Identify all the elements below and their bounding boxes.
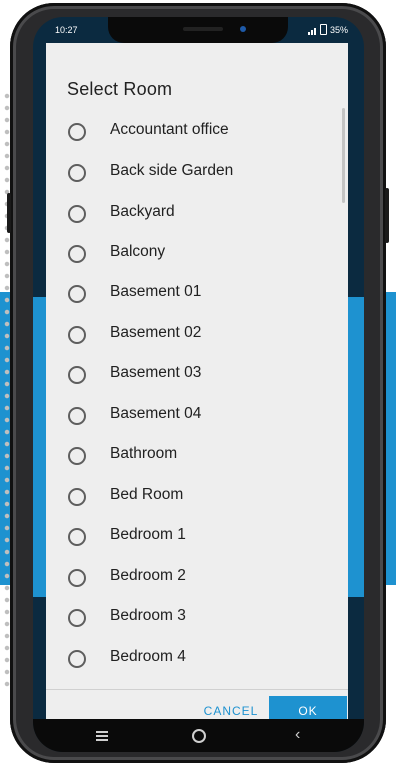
speaker	[183, 27, 223, 31]
scrollbar[interactable]	[342, 108, 345, 203]
list-item[interactable]: Basement 03	[46, 354, 348, 394]
list-item[interactable]: Back side Garden	[46, 152, 348, 192]
list-item[interactable]: Accountant office	[46, 111, 348, 151]
list-item[interactable]: Balcony	[46, 233, 348, 273]
phone-frame: 10:27 35% Select Room Accountant office	[7, 3, 389, 763]
battery-level: 35%	[329, 24, 348, 35]
room-label: Back side Garden	[110, 162, 234, 179]
room-label: Basement 04	[110, 405, 202, 422]
room-label: Basement 02	[110, 324, 202, 341]
room-label: Bedroom 2	[110, 567, 186, 584]
camera-icon	[240, 26, 246, 32]
list-item-partial[interactable]	[46, 678, 348, 681]
list-item[interactable]: Bed Room	[46, 476, 348, 516]
radio-button[interactable]	[68, 528, 86, 546]
list-item[interactable]: Bedroom 4	[46, 638, 348, 678]
list-item[interactable]: Bedroom 3	[46, 597, 348, 637]
list-item[interactable]: Basement 01	[46, 273, 348, 313]
room-label: Backyard	[110, 203, 175, 220]
radio-button[interactable]	[68, 326, 86, 344]
room-label: Bedroom 1	[110, 526, 186, 543]
room-label: Bedroom 3	[110, 607, 186, 624]
status-icons: 35%	[307, 24, 348, 35]
radio-button[interactable]	[68, 205, 86, 223]
radio-button[interactable]	[68, 285, 86, 303]
radio-button[interactable]	[68, 245, 86, 263]
back-icon[interactable]: ‹	[295, 726, 300, 744]
power-button	[385, 188, 389, 243]
room-label: Bed Room	[110, 486, 184, 503]
radio-button[interactable]	[68, 488, 86, 506]
footer-divider	[46, 689, 348, 690]
select-room-dialog: Select Room Accountant office Back side …	[46, 43, 348, 726]
room-label: Basement 03	[110, 364, 202, 381]
room-label: Bedroom 4	[110, 648, 186, 665]
radio-button[interactable]	[68, 366, 86, 384]
room-label: Accountant office	[110, 121, 229, 138]
list-item[interactable]: Backyard	[46, 193, 348, 233]
radio-button[interactable]	[68, 164, 86, 182]
radio-button[interactable]	[68, 123, 86, 141]
radio-button[interactable]	[68, 650, 86, 668]
list-item[interactable]: Basement 02	[46, 314, 348, 354]
room-label: Basement 01	[110, 283, 202, 300]
list-item[interactable]: Bedroom 1	[46, 516, 348, 556]
radio-button[interactable]	[68, 609, 86, 627]
list-item[interactable]: Basement 04	[46, 395, 348, 435]
status-time: 10:27	[55, 25, 78, 35]
list-item[interactable]: Bedroom 2	[46, 557, 348, 597]
battery-icon	[319, 24, 327, 35]
home-icon[interactable]	[192, 729, 206, 743]
navigation-bar: ‹	[33, 719, 364, 752]
room-label: Bathroom	[110, 445, 178, 462]
room-list[interactable]: Accountant office Back side Garden Backy…	[46, 111, 348, 681]
dialog-title: Select Room	[67, 79, 173, 99]
list-item[interactable]: Bathroom	[46, 435, 348, 475]
room-label: Balcony	[110, 243, 166, 260]
radio-button[interactable]	[68, 569, 86, 587]
signal-icon	[307, 25, 317, 35]
phone-screen: 10:27 35% Select Room Accountant office	[33, 17, 364, 752]
volume-button	[7, 193, 11, 233]
radio-button[interactable]	[68, 447, 86, 465]
radio-button[interactable]	[68, 407, 86, 425]
menu-icon[interactable]	[96, 731, 108, 743]
